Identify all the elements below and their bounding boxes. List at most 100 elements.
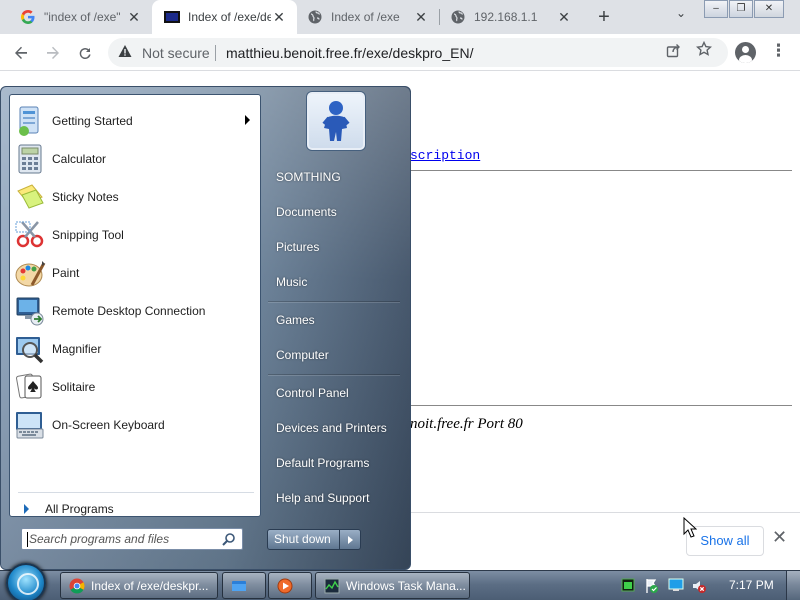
program-sticky-notes[interactable]: Sticky Notes <box>14 179 258 215</box>
program-magnifier[interactable]: Magnifier <box>14 331 258 367</box>
arrow-left-icon[interactable] <box>8 40 34 66</box>
start-user-folder[interactable]: SOMTHING <box>276 170 341 184</box>
tab-search-chevron-icon[interactable]: ⌄ <box>672 6 690 26</box>
taskbar-button-label: Windows Task Mana... <box>346 578 466 593</box>
remote-desktop-icon <box>14 295 48 327</box>
close-icon[interactable]: ✕ <box>271 9 287 26</box>
shutdown-options-arrow-icon[interactable] <box>339 529 361 550</box>
chrome-icon <box>69 578 85 594</box>
omnibox-divider <box>215 45 216 61</box>
all-programs-label: All Programs <box>45 502 114 516</box>
taskbar-explorer[interactable] <box>222 572 266 599</box>
security-label[interactable]: Not secure <box>142 45 210 61</box>
program-solitaire[interactable]: Solitaire <box>14 369 258 405</box>
program-label: Remote Desktop Connection <box>52 304 206 318</box>
action-center-flag-icon[interactable] <box>644 578 658 593</box>
submenu-arrow-icon[interactable] <box>245 115 250 125</box>
close-icon[interactable]: ✕ <box>772 527 787 548</box>
program-calculator[interactable]: Calculator <box>14 141 258 177</box>
tab-title: Index of /exe/deskpro_EN <box>188 10 271 24</box>
start-default-programs[interactable]: Default Programs <box>276 456 369 470</box>
tab-router[interactable]: 192.168.1.1 ✕ <box>440 0 582 34</box>
globe-icon <box>307 9 323 25</box>
start-games[interactable]: Games <box>276 313 315 327</box>
program-label: Calculator <box>52 152 107 166</box>
playing-cards-icon <box>14 371 48 403</box>
minimize-button[interactable]: ‒ <box>704 0 728 18</box>
program-getting-started[interactable]: Getting Started <box>14 103 258 139</box>
close-icon[interactable]: ✕ <box>413 9 429 26</box>
program-paint[interactable]: Paint <box>14 255 258 291</box>
search-input[interactable] <box>29 531 219 547</box>
close-window-button[interactable]: ✕ <box>754 0 784 18</box>
start-computer[interactable]: Computer <box>276 348 329 362</box>
url-text[interactable]: matthieu.benoit.free.fr/exe/deskpro_EN/ <box>226 45 473 61</box>
explorer-folder-icon <box>231 578 247 594</box>
show-all-button[interactable]: Show all <box>686 526 764 556</box>
show-desktop-button[interactable] <box>786 571 800 600</box>
server-address: noit.free.fr Port 80 <box>410 416 523 432</box>
program-list-divider <box>18 492 254 493</box>
program-snipping-tool[interactable]: Snipping Tool <box>14 217 258 253</box>
program-on-screen-keyboard[interactable]: On-Screen Keyboard <box>14 407 258 443</box>
start-music[interactable]: Music <box>276 275 307 289</box>
start-orb-button[interactable] <box>6 563 46 600</box>
shut-down-button[interactable]: Shut down <box>267 529 340 550</box>
restore-button[interactable]: ❐ <box>729 0 753 18</box>
browser-toolbar: Not secure matthieu.benoit.free.fr/exe/d… <box>0 34 800 71</box>
warning-triangle-icon[interactable] <box>118 44 132 61</box>
tab-strip: "index of /exe" ✕ Index of /exe/deskpro_… <box>0 0 800 34</box>
network-monitor-icon[interactable] <box>668 578 684 592</box>
user-account-picture[interactable] <box>307 92 365 150</box>
magnifier-icon <box>14 333 48 365</box>
program-label: Solitaire <box>52 380 96 394</box>
task-manager-icon <box>324 578 340 594</box>
all-programs-button[interactable]: All Programs <box>18 499 114 519</box>
program-label: Getting Started <box>52 114 133 128</box>
taskbar-task-manager[interactable]: Windows Task Mana... <box>315 572 470 599</box>
sticky-notes-icon <box>14 181 48 213</box>
program-label: Sticky Notes <box>52 190 119 204</box>
start-pictures[interactable]: Pictures <box>276 240 319 254</box>
star-icon[interactable] <box>695 40 713 62</box>
horizontal-rule <box>410 170 792 171</box>
tab-title: "index of /exe" <box>44 10 121 24</box>
start-devices-printers[interactable]: Devices and Printers <box>276 421 387 435</box>
address-bar[interactable]: Not secure matthieu.benoit.free.fr/exe/d… <box>108 38 728 67</box>
new-tab-button[interactable]: + <box>592 4 616 30</box>
search-icon[interactable] <box>222 532 236 546</box>
program-remote-desktop[interactable]: Remote Desktop Connection <box>14 293 258 329</box>
start-help-support[interactable]: Help and Support <box>276 491 369 505</box>
task-manager-tray-icon[interactable] <box>621 578 635 592</box>
start-menu-program-list: Getting Started Calculator Sticky Notes … <box>9 94 261 517</box>
expand-arrow-icon <box>24 504 29 514</box>
reload-icon[interactable] <box>72 40 98 66</box>
tab-index-exe[interactable]: Index of /exe ✕ <box>297 0 439 34</box>
program-label: Snipping Tool <box>52 228 124 242</box>
start-documents[interactable]: Documents <box>276 205 337 219</box>
right-pane-divider <box>268 301 400 302</box>
taskbar-media-player[interactable] <box>268 572 312 599</box>
three-dots-icon[interactable]: ⋮ <box>770 41 787 61</box>
close-icon[interactable]: ✕ <box>126 9 142 26</box>
close-icon[interactable]: ✕ <box>556 9 572 26</box>
volume-muted-icon[interactable] <box>691 578 706 593</box>
tab-title: Index of /exe <box>331 10 400 24</box>
user-figure-icon <box>322 101 350 141</box>
black-square-favicon <box>164 9 180 25</box>
tab-deskpro-active[interactable]: Index of /exe/deskpro_EN ✕ <box>152 0 297 34</box>
tab-google-search[interactable]: "index of /exe" ✕ <box>0 0 152 34</box>
scissors-icon <box>14 219 48 251</box>
arrow-right-icon[interactable] <box>40 40 66 66</box>
taskbar-clock[interactable]: 7:17 PM <box>729 578 774 592</box>
taskbar-chrome-window[interactable]: Index of /exe/deskpr... <box>60 572 218 599</box>
share-icon[interactable] <box>666 43 681 61</box>
google-g-icon <box>20 9 36 25</box>
start-search-box[interactable] <box>21 528 243 550</box>
person-icon[interactable] <box>735 42 756 63</box>
getting-started-icon <box>14 105 48 137</box>
description-column-link[interactable]: scription <box>410 148 480 163</box>
program-label: On-Screen Keyboard <box>52 418 165 432</box>
start-control-panel[interactable]: Control Panel <box>276 386 349 400</box>
paint-palette-icon <box>14 257 48 289</box>
